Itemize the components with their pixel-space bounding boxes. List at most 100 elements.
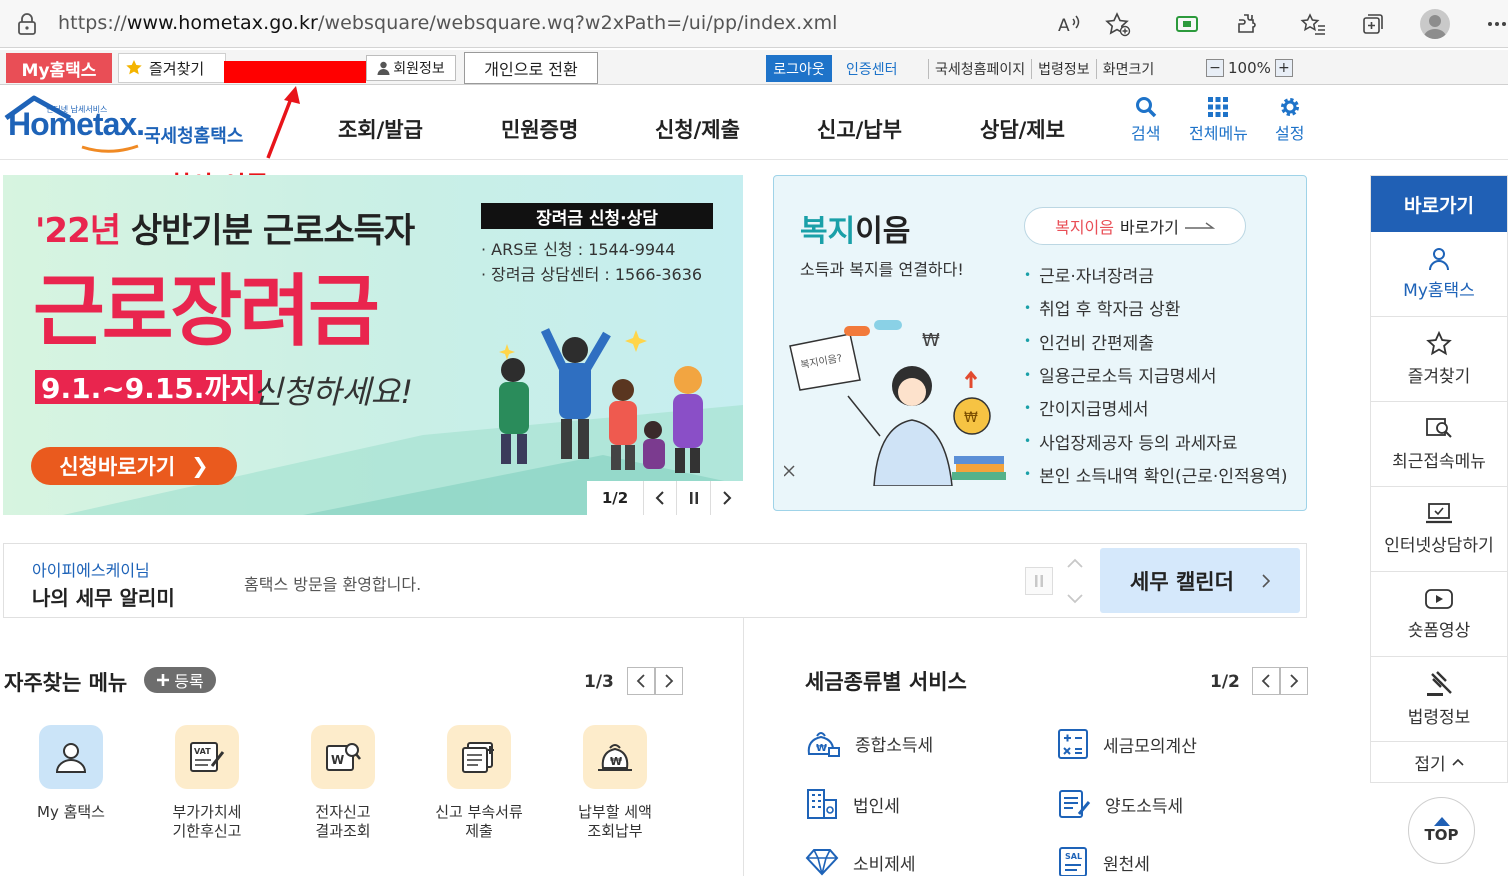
service-withholding-tax[interactable]: SAL 원천세 <box>1057 846 1150 876</box>
apply-now-label: 신청바로가기 <box>59 455 176 479</box>
banner-page-indicator: 1/2 <box>601 489 629 507</box>
welfare-item[interactable]: 간이지급명세서 <box>1024 391 1288 424</box>
logout-button[interactable]: 로그아웃 <box>766 55 832 82</box>
nav-inquiry[interactable]: 조회/발급 <box>338 114 423 144</box>
promo-banner[interactable]: '22년 상반기분 근로소득자 근로장려금 9.1.~9.15.까지 신청하세요… <box>3 175 743 515</box>
alarm-up-button[interactable] <box>1061 549 1089 577</box>
favorites-list-icon[interactable] <box>1298 9 1328 39</box>
welfare-item[interactable]: 취업 후 학자금 상환 <box>1024 291 1288 324</box>
vat-document-icon: VAT <box>190 742 225 772</box>
quick-favorites[interactable]: 즐겨찾기 <box>1371 317 1507 402</box>
member-info-button[interactable]: 회원정보 <box>366 55 456 81</box>
service-capital-gains-tax[interactable]: 양도소득세 <box>1057 788 1183 820</box>
welfare-go-button[interactable]: 복지이음 바로가기 <box>1024 207 1246 245</box>
welfare-item[interactable]: 본인 소득내역 확인(근로·인적용역) <box>1024 458 1287 491</box>
frequent-item-tax-payment[interactable]: ₩ 납부할 세액 조회납부 <box>555 725 675 841</box>
person-icon <box>55 743 87 773</box>
frequent-next-button[interactable] <box>655 667 683 695</box>
user-icon <box>377 61 390 75</box>
frequent-label-line1: 납부할 세액 <box>578 803 652 821</box>
welfare-item[interactable]: 사업장제공자 등의 과세자료 <box>1024 424 1288 457</box>
welfare-title: 복지이음 <box>800 206 910 250</box>
search-button[interactable]: 검색 <box>1131 96 1160 144</box>
nav-civil-cert[interactable]: 민원증명 <box>501 114 578 144</box>
recent-search-icon <box>1426 418 1452 438</box>
chevron-up-icon <box>1452 758 1464 766</box>
frequent-item-vat-late[interactable]: VAT 부가가치세 기한후신고 <box>147 725 267 841</box>
add-favorite-icon[interactable] <box>1103 9 1133 39</box>
quick-recent-menu[interactable]: 최근접속메뉴 <box>1371 402 1507 487</box>
welfare-item[interactable]: 인건비 간편제출 <box>1024 325 1288 358</box>
all-menu-button[interactable]: 전체메뉴 <box>1189 96 1248 144</box>
quick-item-label: 법령정보 <box>1407 708 1471 728</box>
laptop-icon <box>1426 503 1452 524</box>
frequent-item-attach-submit[interactable]: 신고 부속서류 제출 <box>419 725 539 841</box>
quick-online-consult[interactable]: 인터넷상담하기 <box>1371 487 1507 572</box>
member-info-label: 회원정보 <box>393 61 445 77</box>
service-tax-simulation[interactable]: 세금모의계산 <box>1057 728 1197 760</box>
alarm-down-button[interactable] <box>1061 585 1089 613</box>
service-corporate-tax[interactable]: 법인세 <box>805 788 900 820</box>
settings-button[interactable]: 설정 <box>1275 96 1304 144</box>
banner-year: '22년 <box>35 211 121 251</box>
my-hometax-button[interactable]: My홈택스 <box>6 53 112 83</box>
screen-size-label: 화면크기 <box>1095 59 1161 79</box>
service-income-tax[interactable]: ₩ 종합소득세 <box>805 728 933 758</box>
service-label: 양도소득세 <box>1105 796 1184 817</box>
cert-center-link[interactable]: 인증센터 <box>846 59 898 79</box>
zoom-control: − 100% + <box>1206 56 1300 80</box>
zoom-in-button[interactable]: + <box>1274 59 1293 77</box>
welfare-item[interactable]: 근로·자녀장려금 <box>1024 258 1288 291</box>
nav-apply-submit[interactable]: 신청/제출 <box>655 114 740 144</box>
service-consumption-tax[interactable]: 소비제세 <box>805 848 916 876</box>
frequent-prev-button[interactable] <box>627 667 655 695</box>
alarm-pause-button[interactable] <box>1025 567 1053 595</box>
welfare-go-label-red: 복지이음 <box>1055 218 1114 237</box>
lock-icon[interactable] <box>16 12 38 36</box>
services-prev-button[interactable] <box>1252 667 1280 695</box>
extension-green-icon[interactable] <box>1172 9 1202 39</box>
law-info-link[interactable]: 법령정보 <box>1031 59 1096 79</box>
nav-report-pay[interactable]: 신고/납부 <box>817 114 902 144</box>
nts-homepage-link[interactable]: 국세청홈페이지 <box>928 59 1031 79</box>
collections-icon[interactable] <box>1358 9 1388 39</box>
chevron-right-icon <box>1262 573 1270 588</box>
frequent-item-my-hometax[interactable]: My 홈택스 <box>11 725 131 822</box>
zoom-out-button[interactable]: − <box>1206 59 1224 77</box>
favorites-button[interactable]: 즐겨찾기 <box>118 53 226 83</box>
frequent-item-efiling-result[interactable]: W 전자신고 결과조회 <box>283 725 403 841</box>
welfare-item[interactable]: 일용근로소득 지급명세서 <box>1024 358 1288 391</box>
quick-item-label: 즐겨찾기 <box>1407 367 1471 387</box>
welfare-list: 근로·자녀장려금 취업 후 학자금 상환 인건비 간편제출 일용근로소득 지급명… <box>1024 258 1288 491</box>
quick-fold-button[interactable]: 접기 <box>1371 742 1507 782</box>
quick-shortform-video[interactable]: 숏폼영상 <box>1371 572 1507 657</box>
diamond-icon <box>805 849 839 876</box>
banner-date: 9.1.~9.15.까지 <box>35 370 262 405</box>
frequent-label-line1: 부가가치세 <box>172 803 242 821</box>
quick-law-info[interactable]: 법령정보 <box>1371 657 1507 742</box>
service-label: 법인세 <box>853 796 900 817</box>
read-aloud-icon[interactable]: A <box>1054 9 1084 39</box>
building-icon <box>807 789 837 819</box>
banner-prev-button[interactable] <box>643 481 676 515</box>
extensions-icon[interactable] <box>1232 9 1262 39</box>
quick-my-hometax[interactable]: My홈택스 <box>1371 232 1507 317</box>
register-menu-button[interactable]: 등록 <box>144 667 216 693</box>
scroll-top-button[interactable]: TOP <box>1408 797 1475 864</box>
more-menu-icon[interactable] <box>1482 9 1508 39</box>
url-scheme: https:// <box>58 12 127 34</box>
quick-item-label: 숏폼영상 <box>1407 621 1471 641</box>
apply-now-button[interactable]: 신청바로가기 ❯ <box>31 447 237 485</box>
frequent-label-line1: My 홈택스 <box>37 803 105 821</box>
tax-calendar-button[interactable]: 세무 캘린더 <box>1100 548 1300 613</box>
banner-main-title: 근로장려금 <box>33 267 380 357</box>
hometax-logo[interactable]: 인터넷 납세서비스 Hometax. 국세청홈택스 <box>4 92 254 158</box>
banner-next-button[interactable] <box>710 481 743 515</box>
services-next-button[interactable] <box>1280 667 1308 695</box>
profile-avatar[interactable] <box>1420 9 1450 39</box>
svg-text:VAT: VAT <box>194 747 211 756</box>
switch-personal-button[interactable]: 개인으로 전환 <box>464 52 598 84</box>
banner-pause-button[interactable] <box>676 481 710 515</box>
nav-consult-report[interactable]: 상담/제보 <box>980 114 1065 144</box>
address-bar[interactable]: https://www.hometax.go.kr/websquare/webs… <box>58 12 838 34</box>
